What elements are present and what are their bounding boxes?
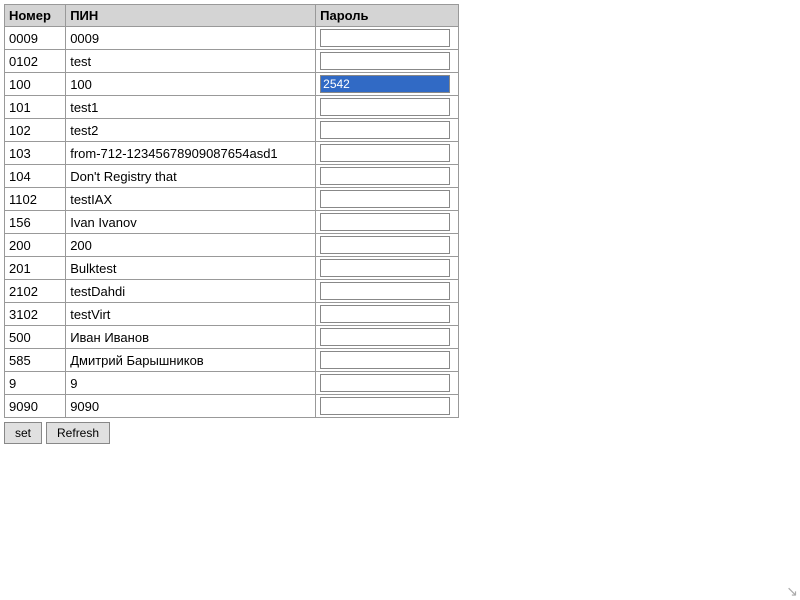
header-number: Номер: [5, 5, 66, 27]
cell-name: from-712-12345678909087654asd1: [66, 142, 316, 165]
cell-password: [316, 372, 459, 395]
cell-password: [316, 119, 459, 142]
cell-name: Иван Иванов: [66, 326, 316, 349]
table-row: 585Дмитрий Барышников: [5, 349, 459, 372]
password-input[interactable]: [320, 75, 450, 93]
password-input[interactable]: [320, 144, 450, 162]
cell-number: 201: [5, 257, 66, 280]
password-input[interactable]: [320, 52, 450, 70]
password-input[interactable]: [320, 351, 450, 369]
cell-number: 156: [5, 211, 66, 234]
cell-password: [316, 303, 459, 326]
cell-number: 500: [5, 326, 66, 349]
cell-password: [316, 280, 459, 303]
cell-name: test1: [66, 96, 316, 119]
password-input[interactable]: [320, 397, 450, 415]
table-row: 0102test: [5, 50, 459, 73]
cell-number: 200: [5, 234, 66, 257]
table-row: 00090009: [5, 27, 459, 50]
cell-number: 104: [5, 165, 66, 188]
cell-password: [316, 395, 459, 418]
cell-password: [316, 349, 459, 372]
password-input[interactable]: [320, 167, 450, 185]
cell-name: testIAX: [66, 188, 316, 211]
main-table: Номер ПИН Пароль 000900090102test1001001…: [4, 4, 459, 418]
cell-number: 585: [5, 349, 66, 372]
cell-number: 9: [5, 372, 66, 395]
cell-number: 1102: [5, 188, 66, 211]
cell-number: 3102: [5, 303, 66, 326]
cell-password: [316, 73, 459, 96]
table-row: 103from-712-12345678909087654asd1: [5, 142, 459, 165]
table-row: 104Don't Registry that: [5, 165, 459, 188]
cell-name: Don't Registry that: [66, 165, 316, 188]
cell-password: [316, 211, 459, 234]
password-input[interactable]: [320, 213, 450, 231]
cell-name: testVirt: [66, 303, 316, 326]
password-input[interactable]: [320, 29, 450, 47]
cell-password: [316, 27, 459, 50]
cell-name: Bulktest: [66, 257, 316, 280]
cell-name: testDahdi: [66, 280, 316, 303]
refresh-button[interactable]: Refresh: [46, 422, 110, 444]
cell-number: 0102: [5, 50, 66, 73]
table-row: 156Ivan Ivanov: [5, 211, 459, 234]
cell-name: 200: [66, 234, 316, 257]
cell-name: test2: [66, 119, 316, 142]
password-input[interactable]: [320, 328, 450, 346]
table-row: 100100: [5, 73, 459, 96]
cell-password: [316, 165, 459, 188]
table-row: 201Bulktest: [5, 257, 459, 280]
cell-number: 100: [5, 73, 66, 96]
cell-password: [316, 142, 459, 165]
password-input[interactable]: [320, 282, 450, 300]
cell-password: [316, 257, 459, 280]
page-container: Номер ПИН Пароль 000900090102test1001001…: [0, 0, 800, 600]
cell-number: 102: [5, 119, 66, 142]
cell-password: [316, 96, 459, 119]
cell-name: test: [66, 50, 316, 73]
cell-password: [316, 234, 459, 257]
cell-password: [316, 50, 459, 73]
cell-name: Ivan Ivanov: [66, 211, 316, 234]
table-row: 101test1: [5, 96, 459, 119]
table-row: 500Иван Иванов: [5, 326, 459, 349]
cell-password: [316, 326, 459, 349]
password-input[interactable]: [320, 236, 450, 254]
password-input[interactable]: [320, 121, 450, 139]
cell-name: 9: [66, 372, 316, 395]
password-input[interactable]: [320, 374, 450, 392]
resize-handle[interactable]: ↘: [784, 584, 798, 598]
cell-password: [316, 188, 459, 211]
cell-number: 9090: [5, 395, 66, 418]
table-row: 90909090: [5, 395, 459, 418]
password-input[interactable]: [320, 98, 450, 116]
password-input[interactable]: [320, 305, 450, 323]
set-button[interactable]: set: [4, 422, 42, 444]
table-row: 1102testIAX: [5, 188, 459, 211]
table-row: 99: [5, 372, 459, 395]
password-input[interactable]: [320, 190, 450, 208]
cell-name: 100: [66, 73, 316, 96]
cell-number: 2102: [5, 280, 66, 303]
cell-number: 103: [5, 142, 66, 165]
cell-number: 101: [5, 96, 66, 119]
cell-name: Дмитрий Барышников: [66, 349, 316, 372]
header-password: Пароль: [316, 5, 459, 27]
table-row: 200200: [5, 234, 459, 257]
table-row: 2102testDahdi: [5, 280, 459, 303]
cell-name: 0009: [66, 27, 316, 50]
cell-name: 9090: [66, 395, 316, 418]
header-name: ПИН: [66, 5, 316, 27]
password-input[interactable]: [320, 259, 450, 277]
table-row: 102test2: [5, 119, 459, 142]
table-row: 3102testVirt: [5, 303, 459, 326]
cell-number: 0009: [5, 27, 66, 50]
button-row: set Refresh: [4, 422, 796, 444]
